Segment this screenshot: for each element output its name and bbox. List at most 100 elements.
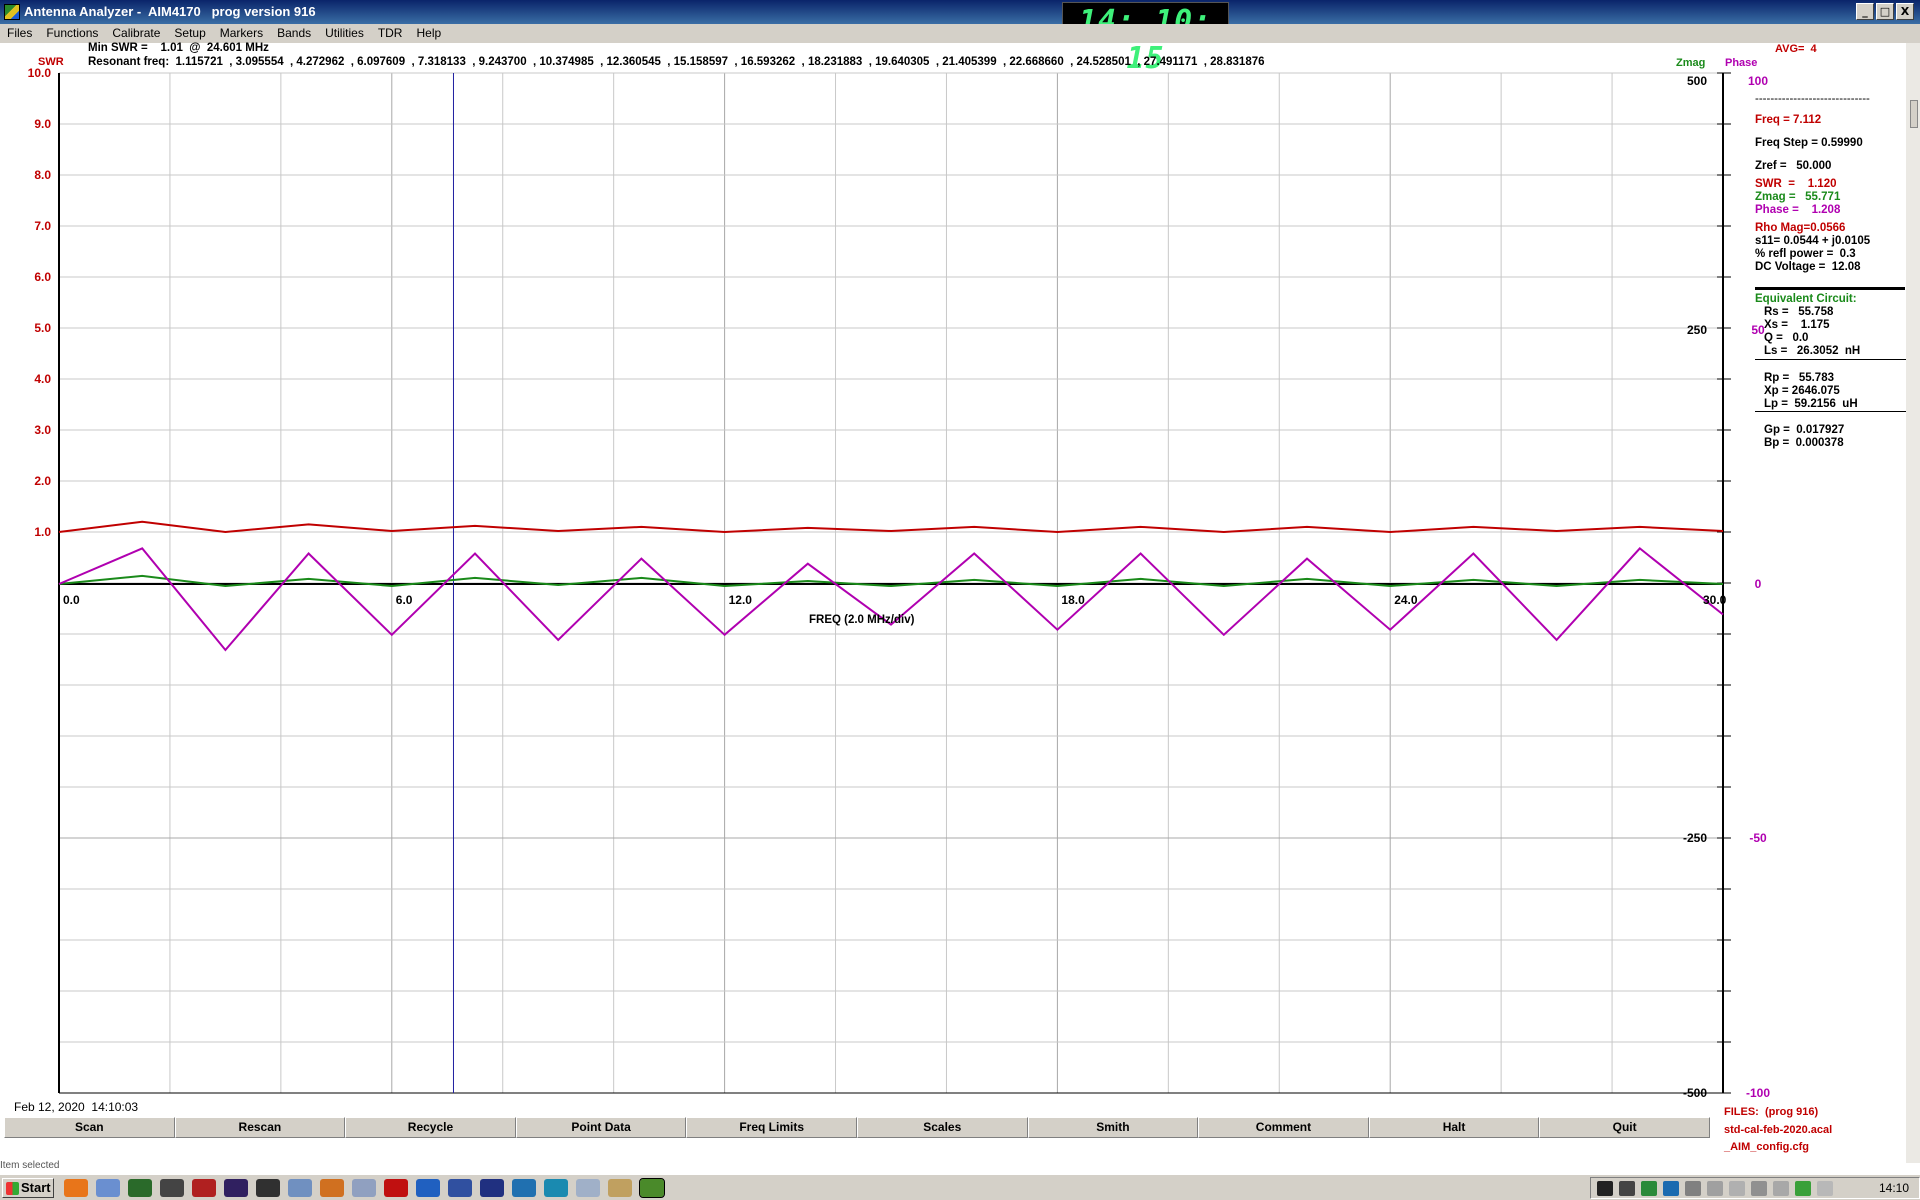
tray-app-icon[interactable]	[1597, 1181, 1613, 1196]
zmag-tick-label: 500	[1687, 74, 1707, 88]
freq-tick-label: 12.0	[729, 593, 753, 607]
start-label: Start	[21, 1180, 51, 1195]
grid-app-icon[interactable]	[128, 1179, 152, 1197]
swr-tick-label: 2.0	[34, 474, 51, 488]
v2-app-icon[interactable]	[416, 1179, 440, 1197]
swr-tick-label: 9.0	[34, 117, 51, 131]
panel-separator-3	[1755, 411, 1910, 412]
system-tray: 14:10	[1590, 1177, 1920, 1199]
swr-tick-label: 6.0	[34, 270, 51, 284]
opera-icon[interactable]	[384, 1179, 408, 1197]
zref-readout: Zref = 50.000	[1755, 160, 1832, 172]
tray-device-icon[interactable]	[1773, 1181, 1789, 1196]
speaker-icon[interactable]	[1751, 1181, 1767, 1196]
halt-button[interactable]: Halt	[1368, 1117, 1540, 1138]
app-launcher-icon[interactable]	[320, 1179, 344, 1197]
config-file[interactable]: _AIM_config.cfg	[1724, 1141, 1809, 1153]
rp-readout: Rp = 55.783	[1764, 372, 1834, 384]
xs-readout: Xs = 1.175	[1764, 319, 1830, 331]
phase-tick-label: -100	[1746, 1086, 1770, 1100]
swr-tick-label: 5.0	[34, 321, 51, 335]
equiv-circuit-title: Equivalent Circuit:	[1755, 293, 1857, 305]
refl-power-readout: % refl power = 0.3	[1755, 248, 1856, 260]
scrollbar-thumb[interactable]	[1910, 100, 1918, 128]
panel-divider-dashes: ------------------------------	[1755, 93, 1870, 105]
swr-trace	[58, 520, 1724, 534]
vertical-scrollbar[interactable]	[1906, 43, 1920, 1163]
phase-tick-label: 100	[1748, 74, 1768, 88]
network-app-icon[interactable]	[288, 1179, 312, 1197]
notes-app-icon[interactable]	[576, 1179, 600, 1197]
swr-tick-label: 3.0	[34, 423, 51, 437]
terminal-icon[interactable]	[256, 1179, 280, 1197]
files-title: FILES: (prog 916)	[1724, 1106, 1819, 1118]
tray-sync-icon[interactable]	[1795, 1181, 1811, 1196]
freq-readout: Freq = 7.112	[1755, 114, 1822, 126]
sweep-chart[interactable]: 10.0 9.0 8.0 7.0 6.0 5.0 4.0 3.0 2.0 1.0 0.0 6.0 12.…	[0, 0, 1920, 1130]
antenna-analyzer-task-icon[interactable]	[639, 1178, 665, 1198]
document-app-icon[interactable]	[352, 1179, 376, 1197]
recycle-button[interactable]: Recycle	[345, 1117, 516, 1138]
folder-icon[interactable]	[608, 1179, 632, 1197]
ls-readout: Ls = 26.3052 nH	[1764, 345, 1861, 357]
freq-step-readout: Freq Step = 0.59990	[1755, 137, 1863, 149]
zmag-readout: Zmag = 55.771	[1755, 191, 1841, 203]
gp-readout: Gp = 0.017927	[1764, 424, 1845, 436]
zmag-tick-label: -500	[1683, 1086, 1707, 1100]
signal-app-icon[interactable]	[480, 1179, 504, 1197]
rs-readout: Rs = 55.758	[1764, 306, 1834, 318]
comment-button[interactable]: Comment	[1198, 1117, 1369, 1138]
quit-button[interactable]: Quit	[1539, 1117, 1710, 1138]
swr-tick-label: 4.0	[34, 372, 51, 386]
panel-separator	[1755, 287, 1905, 290]
tray-keyboard-icon[interactable]	[1817, 1181, 1833, 1196]
chrome-icon[interactable]	[544, 1179, 568, 1197]
firefox-icon[interactable]	[64, 1179, 88, 1197]
bp-readout: Bp = 0.000378	[1764, 437, 1844, 449]
settings-app-icon[interactable]	[160, 1179, 184, 1197]
freq-limits-button[interactable]: Freq Limits	[686, 1117, 857, 1138]
zmag-tick-label: -250	[1683, 831, 1707, 845]
swr-tick-label: 1.0	[34, 525, 51, 539]
point-data-button[interactable]: Point Data	[515, 1117, 687, 1138]
bug-app-icon[interactable]	[192, 1179, 216, 1197]
scan-button[interactable]: Scan	[4, 1117, 175, 1138]
xp-readout: Xp = 2646.075	[1764, 385, 1840, 397]
scales-button[interactable]: Scales	[856, 1117, 1028, 1138]
windows-flag-icon	[6, 1182, 19, 1195]
cal-file[interactable]: std-cal-feb-2020.acal	[1724, 1124, 1832, 1136]
flag-icon[interactable]	[1707, 1181, 1723, 1196]
rho-mag-readout: Rho Mag=0.0566	[1755, 222, 1846, 234]
phase-tick-label: 50	[1751, 323, 1765, 337]
status-text: Item selected	[0, 1160, 60, 1171]
freq-tick-label: 6.0	[396, 593, 413, 607]
phase-trace	[58, 547, 1724, 652]
lp-readout: Lp = 59.2156 uH	[1764, 398, 1858, 410]
s11-readout: s11= 0.0544 + j0.0105	[1755, 235, 1871, 247]
tray-network-icon[interactable]	[1663, 1181, 1679, 1196]
globe-icon[interactable]	[512, 1179, 536, 1197]
monitor-app-icon[interactable]	[224, 1179, 248, 1197]
command-button-bar: Scan Rescan Recycle Point Data Freq Limi…	[4, 1117, 1710, 1138]
window-icon[interactable]	[96, 1179, 120, 1197]
phase-readout: Phase = 1.208	[1755, 204, 1841, 216]
freq-tick-label: 24.0	[1394, 593, 1418, 607]
rescan-button[interactable]: Rescan	[174, 1117, 346, 1138]
swr-tick-label: 10.0	[28, 66, 52, 80]
freq-tick-label: 18.0	[1061, 593, 1085, 607]
tray-display-icon[interactable]	[1729, 1181, 1745, 1196]
taskbar: Start 14:10	[0, 1174, 1920, 1200]
panel-separator-2	[1755, 359, 1910, 360]
tray-tool-icon[interactable]	[1685, 1181, 1701, 1196]
tray-icons	[1597, 1181, 1833, 1196]
sweep-timestamp: Feb 12, 2020 14:10:03	[14, 1100, 139, 1114]
chart-app-icon[interactable]	[448, 1179, 472, 1197]
shield-icon[interactable]	[1641, 1181, 1657, 1196]
freq-tick-label: 30.0	[1703, 593, 1727, 607]
quick-launch	[64, 1178, 665, 1198]
start-button[interactable]: Start	[2, 1178, 54, 1198]
smith-button[interactable]: Smith	[1027, 1117, 1199, 1138]
phase-tick-label: -50	[1749, 831, 1767, 845]
swr-readout: SWR = 1.120	[1755, 178, 1837, 190]
tray-v-icon[interactable]	[1619, 1181, 1635, 1196]
